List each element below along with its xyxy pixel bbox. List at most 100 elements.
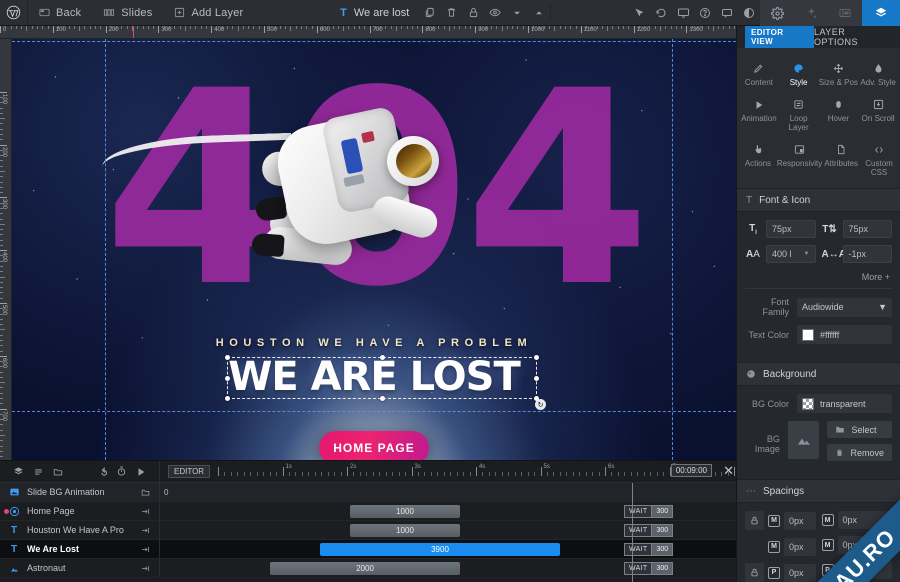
timeline-track[interactable]: 2000WAIT300 bbox=[160, 559, 736, 577]
timeline-track[interactable]: 1000WAIT300 bbox=[160, 521, 736, 539]
folder-icon[interactable] bbox=[140, 488, 151, 497]
horizontal-ruler[interactable]: 0100200300400500600700800900100011001200… bbox=[0, 26, 736, 39]
wordpress-icon[interactable] bbox=[0, 0, 28, 25]
end-marker-icon[interactable] bbox=[140, 545, 151, 554]
timeline-row-name[interactable]: Home Page bbox=[0, 502, 160, 520]
timeline-animation-bar[interactable]: 3900 bbox=[320, 543, 560, 556]
vertical-ruler[interactable]: 100200300400500600700 bbox=[0, 39, 12, 460]
selection-box[interactable]: ↻ bbox=[227, 357, 537, 399]
text-color-field[interactable]: #ffffff bbox=[797, 325, 892, 344]
lock-icon[interactable] bbox=[462, 0, 484, 26]
tab-loop-layer[interactable]: Loop Layer bbox=[779, 92, 819, 137]
timeline-row[interactable]: TWe Are Lost3900WAIT300 bbox=[0, 540, 736, 559]
timeline-row[interactable]: Slide BG Animation0 bbox=[0, 483, 736, 502]
timeline-playhead[interactable] bbox=[632, 483, 633, 582]
undo-icon[interactable] bbox=[650, 0, 672, 26]
handle-bottom-center[interactable] bbox=[380, 396, 385, 401]
bg-image-select-button[interactable]: Select bbox=[827, 421, 892, 438]
font-size-field[interactable]: TI 75px bbox=[745, 220, 816, 238]
font-weight-select[interactable]: 400 l ▼ bbox=[766, 245, 816, 263]
close-icon[interactable]: ✕ bbox=[723, 464, 734, 477]
slides-button[interactable]: Slides bbox=[92, 0, 163, 25]
letter-spacing-field[interactable]: A↔A -1px bbox=[822, 245, 893, 263]
font-icon-section-header[interactable]: T Font & Icon bbox=[737, 188, 900, 212]
tab-custom-css[interactable]: Custom CSS bbox=[860, 137, 898, 182]
astronaut-image[interactable] bbox=[212, 94, 512, 294]
text-color-swatch[interactable] bbox=[802, 329, 814, 341]
font-weight-field[interactable]: AA 400 l ▼ bbox=[745, 245, 816, 263]
end-marker-icon[interactable] bbox=[140, 564, 151, 573]
contrast-icon[interactable] bbox=[738, 0, 760, 26]
tab-style[interactable]: Style bbox=[779, 56, 819, 92]
handle-middle-right[interactable] bbox=[534, 376, 539, 381]
timeline-row-name[interactable]: THouston We Have A Pro bbox=[0, 521, 160, 539]
line-height-field[interactable]: T⇅ 75px bbox=[822, 220, 893, 238]
tab-content[interactable]: Content bbox=[739, 56, 779, 92]
add-layer-button[interactable]: Add Layer bbox=[163, 0, 254, 25]
timer-icon[interactable] bbox=[111, 466, 131, 477]
eye-icon[interactable] bbox=[484, 0, 506, 26]
timeline-animation-bar[interactable]: 1000 bbox=[350, 524, 460, 537]
tab-actions[interactable]: Actions bbox=[739, 137, 777, 182]
letter-spacing-input[interactable]: -1px bbox=[843, 245, 893, 263]
bg-color-field[interactable]: transparent bbox=[797, 394, 892, 413]
comment-icon[interactable] bbox=[716, 0, 738, 26]
help-icon[interactable] bbox=[694, 0, 716, 26]
handle-bottom-left[interactable] bbox=[225, 396, 230, 401]
rotate-handle-icon[interactable]: ↻ bbox=[535, 399, 546, 410]
timeline-track[interactable]: 3900WAIT300 bbox=[160, 540, 736, 558]
loop-icon[interactable] bbox=[91, 466, 111, 477]
bg-image-remove-button[interactable]: Remove bbox=[827, 444, 892, 461]
tab-size-pos[interactable]: Size & Pos bbox=[819, 56, 859, 92]
module-icon[interactable] bbox=[828, 0, 862, 26]
font-family-select[interactable]: Audiowide ▼ bbox=[797, 298, 892, 317]
tab-on-scroll[interactable]: On Scroll bbox=[858, 92, 898, 137]
editor-mode-chip[interactable]: EDITOR bbox=[168, 465, 210, 478]
play-icon[interactable] bbox=[131, 467, 151, 477]
end-marker-icon[interactable] bbox=[140, 507, 151, 516]
bg-color-swatch[interactable] bbox=[802, 398, 814, 410]
font-size-input[interactable]: 75px bbox=[766, 220, 816, 238]
timeline-row[interactable]: Home Page1000WAIT300 bbox=[0, 502, 736, 521]
shortcuts-icon[interactable] bbox=[794, 0, 828, 26]
layers-icon[interactable] bbox=[862, 0, 900, 26]
margin-bottom-input[interactable]: 0px bbox=[784, 538, 816, 556]
handle-top-left[interactable] bbox=[225, 355, 230, 360]
home-page-button-layer[interactable]: HOME PAGE bbox=[319, 431, 429, 460]
editor-view-badge[interactable]: EDITOR VIEW bbox=[745, 26, 814, 48]
back-button[interactable]: Back bbox=[28, 0, 92, 25]
timeline-row-name[interactable]: Astronaut bbox=[0, 559, 160, 577]
tab-attributes[interactable]: Attributes bbox=[822, 137, 860, 182]
tab-responsivity[interactable]: Responsivity bbox=[777, 137, 822, 182]
padding-lock-icon[interactable] bbox=[745, 563, 764, 582]
ruler-marker[interactable] bbox=[133, 26, 134, 39]
spacings-section-header[interactable]: ⋯ Spacings bbox=[737, 479, 900, 503]
bg-image-thumbnail[interactable] bbox=[788, 421, 820, 459]
background-section-header[interactable]: Background bbox=[737, 362, 900, 386]
more-options-toggle[interactable]: More + bbox=[745, 270, 892, 289]
tab-animation[interactable]: Animation bbox=[739, 92, 779, 137]
timeline-row[interactable]: Astronaut2000WAIT300 bbox=[0, 559, 736, 578]
layers-icon[interactable] bbox=[8, 466, 28, 477]
timeline-animation-bar[interactable]: 1000 bbox=[350, 505, 460, 518]
handle-top-right[interactable] bbox=[534, 355, 539, 360]
timeline-row[interactable]: THouston We Have A Pro1000WAIT300 bbox=[0, 521, 736, 540]
time-ruler[interactable]: 1s2s3s4s5s6s7s8s10s bbox=[218, 461, 698, 483]
padding-top-input[interactable]: 0px bbox=[784, 564, 816, 582]
line-height-input[interactable]: 75px bbox=[843, 220, 893, 238]
preview-monitor-icon[interactable] bbox=[672, 0, 694, 26]
end-marker-icon[interactable] bbox=[140, 526, 151, 535]
timeline-row-name[interactable]: TWe Are Lost bbox=[0, 540, 160, 558]
tab-adv-style[interactable]: Adv. Style bbox=[858, 56, 898, 92]
copy-icon[interactable] bbox=[418, 0, 440, 26]
timeline-track[interactable]: 1000WAIT300 bbox=[160, 502, 736, 520]
chevron-up-icon[interactable] bbox=[528, 0, 550, 26]
slide-canvas[interactable]: 404 HOUSTON WE HAVE A PROBLEM WE ARE LOS… bbox=[12, 39, 736, 460]
selected-layer-indicator[interactable]: T We are lost bbox=[331, 0, 418, 25]
trash-icon[interactable] bbox=[440, 0, 462, 26]
timeline-row-name[interactable]: Slide BG Animation bbox=[0, 483, 160, 501]
gear-icon[interactable] bbox=[760, 0, 794, 26]
chevron-down-icon[interactable] bbox=[506, 0, 528, 26]
margin-top-input[interactable]: 0px bbox=[784, 512, 816, 530]
timeline-animation-bar[interactable]: 2000 bbox=[270, 562, 460, 575]
